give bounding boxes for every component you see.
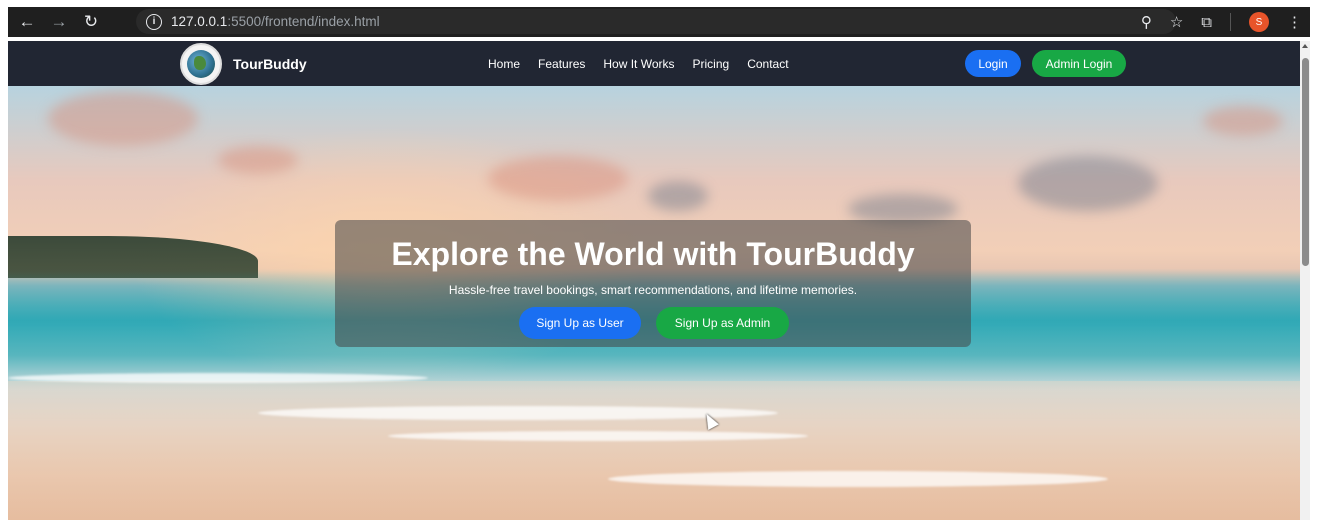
nav-link-contact[interactable]: Contact [747,57,788,71]
nav-link-features[interactable]: Features [538,57,585,71]
extensions-icon[interactable]: ⧉ [1201,14,1212,31]
cloud [48,91,198,146]
profile-avatar[interactable]: S [1249,12,1269,32]
forward-icon[interactable]: → [46,9,72,35]
wave-foam [608,471,1108,487]
cloud [1203,106,1283,136]
beach-sand [8,381,1300,520]
hero-subtitle: Hassle-free travel bookings, smart recom… [448,283,858,297]
login-button[interactable]: Login [965,50,1021,77]
wave-foam [388,431,808,441]
main-menu: Home Features How It Works Pricing Conta… [488,41,789,86]
page-viewport: TourBuddy Home Features How It Works Pri… [8,41,1300,520]
signup-user-button[interactable]: Sign Up as User [519,307,641,339]
url-host: 127.0.0.1 [171,14,228,29]
hero-title: Explore the World with TourBuddy [391,236,915,272]
globe-logo-icon [180,43,222,85]
site-navbar: TourBuddy Home Features How It Works Pri… [8,41,1300,86]
cloud [1018,156,1158,211]
hero-card: Explore the World with TourBuddy Hassle-… [335,220,971,347]
toolbar-actions: ⚲ ☆ ⧉ S ⋮ [1141,7,1302,37]
brand-name: TourBuddy [233,56,307,72]
reload-icon[interactable]: ↻ [78,9,104,35]
brand[interactable]: TourBuddy [180,43,307,85]
toolbar-divider [1230,13,1231,31]
nav-link-pricing[interactable]: Pricing [693,57,730,71]
admin-login-button[interactable]: Admin Login [1032,50,1126,77]
nav-link-how-it-works[interactable]: How It Works [603,57,674,71]
hero-section: Explore the World with TourBuddy Hassle-… [8,86,1300,520]
cloud [218,146,298,174]
star-icon[interactable]: ☆ [1170,13,1183,31]
scroll-up-icon[interactable] [1302,44,1308,48]
scrollbar-thumb[interactable] [1302,58,1309,266]
cloud [488,156,628,201]
back-icon[interactable]: ← [14,9,40,35]
url-path: :5500/frontend/index.html [227,14,380,29]
wave-foam [8,373,428,383]
nav-link-home[interactable]: Home [488,57,520,71]
browser-toolbar: ← → ↻ i 127.0.0.1:5500/frontend/index.ht… [8,7,1310,37]
signup-admin-button[interactable]: Sign Up as Admin [656,307,789,339]
wave-foam [258,406,778,420]
cloud [648,181,708,211]
zoom-icon[interactable]: ⚲ [1141,13,1152,31]
info-icon[interactable]: i [146,13,162,30]
more-icon[interactable]: ⋮ [1287,13,1302,31]
browser-window: ← → ↻ i 127.0.0.1:5500/frontend/index.ht… [0,0,1318,523]
address-bar[interactable]: i 127.0.0.1:5500/frontend/index.html [136,9,1176,34]
